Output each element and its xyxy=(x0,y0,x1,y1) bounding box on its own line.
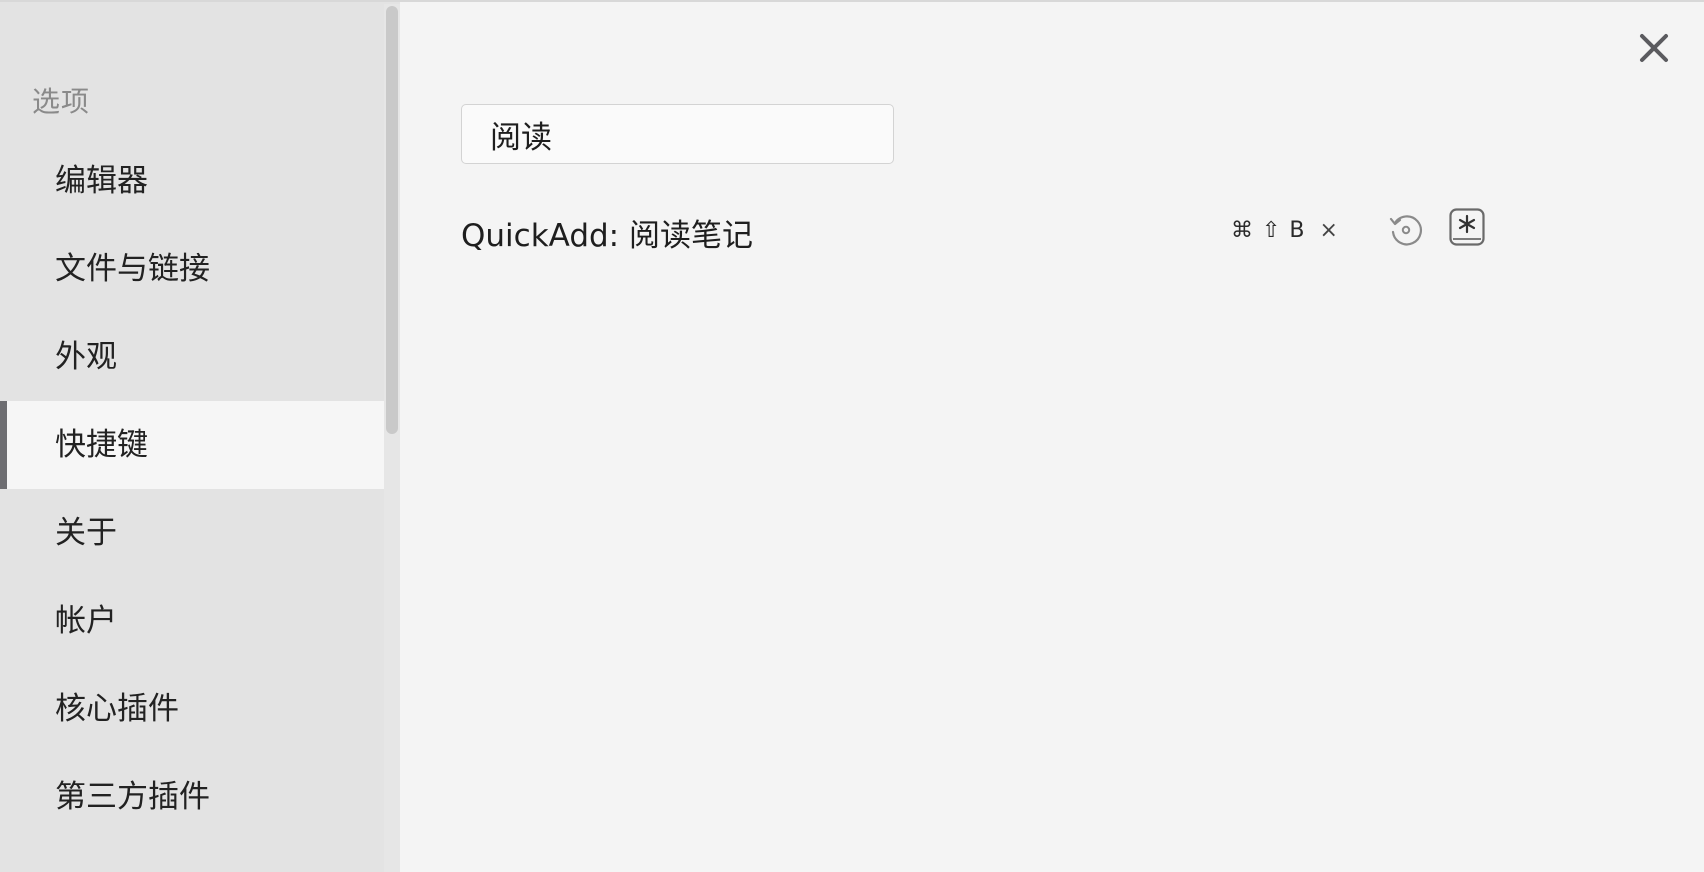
close-button[interactable] xyxy=(1634,28,1674,68)
sidebar-item-hotkeys[interactable]: 快捷键 xyxy=(0,401,384,489)
sidebar-scrollbar[interactable] xyxy=(384,4,400,872)
sidebar-scrollbar-thumb[interactable] xyxy=(386,6,398,434)
settings-window: 选项 编辑器 文件与链接 外观 快捷键 关于 帐户 核心插件 第三方插件 Qui… xyxy=(0,0,1704,872)
sidebar-item-about[interactable]: 关于 xyxy=(0,489,384,577)
sidebar-item-core-plugins[interactable]: 核心插件 xyxy=(0,665,384,753)
hotkey-search-input[interactable] xyxy=(461,104,894,164)
hotkey-chip: ⌘ ⇧ B × xyxy=(1231,216,1338,244)
hotkeys-panel: QuickAdd: 阅读笔记 ⌘ ⇧ B × xyxy=(400,2,1704,872)
sidebar-item-appearance[interactable]: 外观 xyxy=(0,313,384,401)
close-icon xyxy=(1640,34,1668,62)
hotkey-remove-button[interactable]: × xyxy=(1320,218,1338,243)
hotkey-keys: ⌘ ⇧ B xyxy=(1231,217,1306,243)
hotkey-row: QuickAdd: 阅读笔记 ⌘ ⇧ B × xyxy=(461,202,1611,258)
command-name: QuickAdd: 阅读笔记 xyxy=(461,218,753,254)
sidebar-nav: 编辑器 文件与链接 外观 快捷键 关于 帐户 核心插件 第三方插件 xyxy=(0,137,384,841)
settings-sidebar: 选项 编辑器 文件与链接 外观 快捷键 关于 帐户 核心插件 第三方插件 xyxy=(0,2,400,872)
sidebar-item-editor[interactable]: 编辑器 xyxy=(0,137,384,225)
add-hotkey-icon xyxy=(1449,208,1485,246)
sidebar-heading: 选项 xyxy=(32,85,91,118)
restore-default-button[interactable] xyxy=(1386,210,1426,250)
sidebar-item-community-plugins[interactable]: 第三方插件 xyxy=(0,753,384,841)
add-hotkey-button[interactable] xyxy=(1449,208,1485,246)
restore-default-icon xyxy=(1389,215,1422,246)
sidebar-item-account[interactable]: 帐户 xyxy=(0,577,384,665)
sidebar-item-files-and-links[interactable]: 文件与链接 xyxy=(0,225,384,313)
